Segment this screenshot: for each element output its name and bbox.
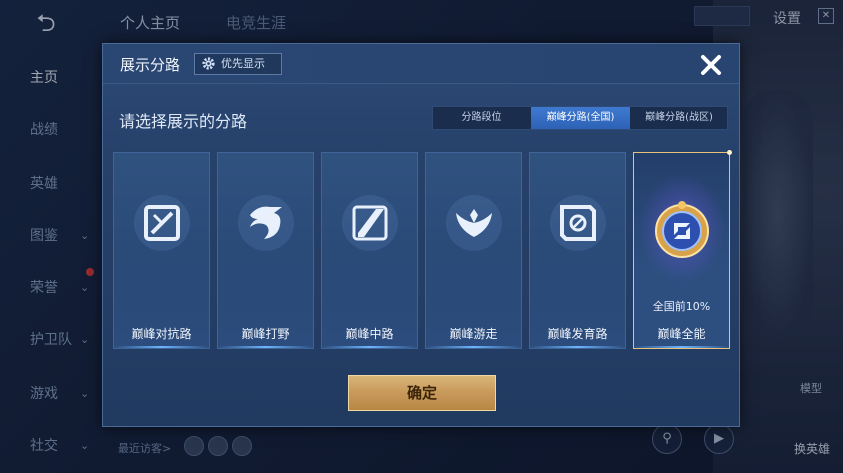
sword-cross-icon <box>134 195 190 251</box>
lane-card-label: 巅峰游走 <box>449 327 498 341</box>
dialog-title: 展示分路 <box>120 56 181 74</box>
dragon-icon <box>238 195 294 251</box>
lane-card-adc[interactable]: 巅峰发育路 <box>529 152 626 349</box>
gold-emblem-icon <box>655 201 709 258</box>
close-icon[interactable] <box>694 48 728 82</box>
selection-prompt: 请选择展示的分路 <box>119 112 248 131</box>
tab-peak-national[interactable]: 巅峰分路(全国) <box>531 107 630 129</box>
lane-card-label: 巅峰发育路 <box>547 327 608 341</box>
lane-display-dialog: 展示分路 优先显示 请选择展示的分路 分路段位 巅峰分路(全国) 巅峰分路(战区… <box>102 43 740 427</box>
confirm-button[interactable]: 确定 <box>348 375 496 411</box>
tab-peak-region[interactable]: 巅峰分路(战区) <box>631 107 727 129</box>
priority-label: 优先显示 <box>221 57 265 70</box>
lane-card-mid[interactable]: 巅峰中路 <box>321 152 418 349</box>
lane-card-support[interactable]: 巅峰游走 <box>425 152 522 349</box>
slash-icon <box>342 195 398 251</box>
wings-icon <box>446 195 502 251</box>
lane-type-tabs: 分路段位 巅峰分路(全国) 巅峰分路(战区) <box>432 106 728 130</box>
tab-lane-rank[interactable]: 分路段位 <box>433 107 530 129</box>
priority-display-button[interactable]: 优先显示 <box>194 53 282 75</box>
target-icon <box>550 195 606 251</box>
lane-card-top[interactable]: 巅峰对抗路 <box>113 152 210 349</box>
lane-card-jungle[interactable]: 巅峰打野 <box>217 152 314 349</box>
lane-card-allround[interactable]: 全国前10% 巅峰全能 <box>633 150 732 349</box>
lane-card-label: 巅峰对抗路 <box>131 327 192 341</box>
gear-icon <box>202 57 215 70</box>
dialog-header: 展示分路 优先显示 <box>103 44 739 84</box>
lane-card-label: 巅峰打野 <box>241 327 290 341</box>
lane-card-label: 巅峰中路 <box>345 327 394 341</box>
lane-card-label: 巅峰全能 <box>657 327 706 341</box>
rank-subtitle: 全国前10% <box>652 300 711 313</box>
